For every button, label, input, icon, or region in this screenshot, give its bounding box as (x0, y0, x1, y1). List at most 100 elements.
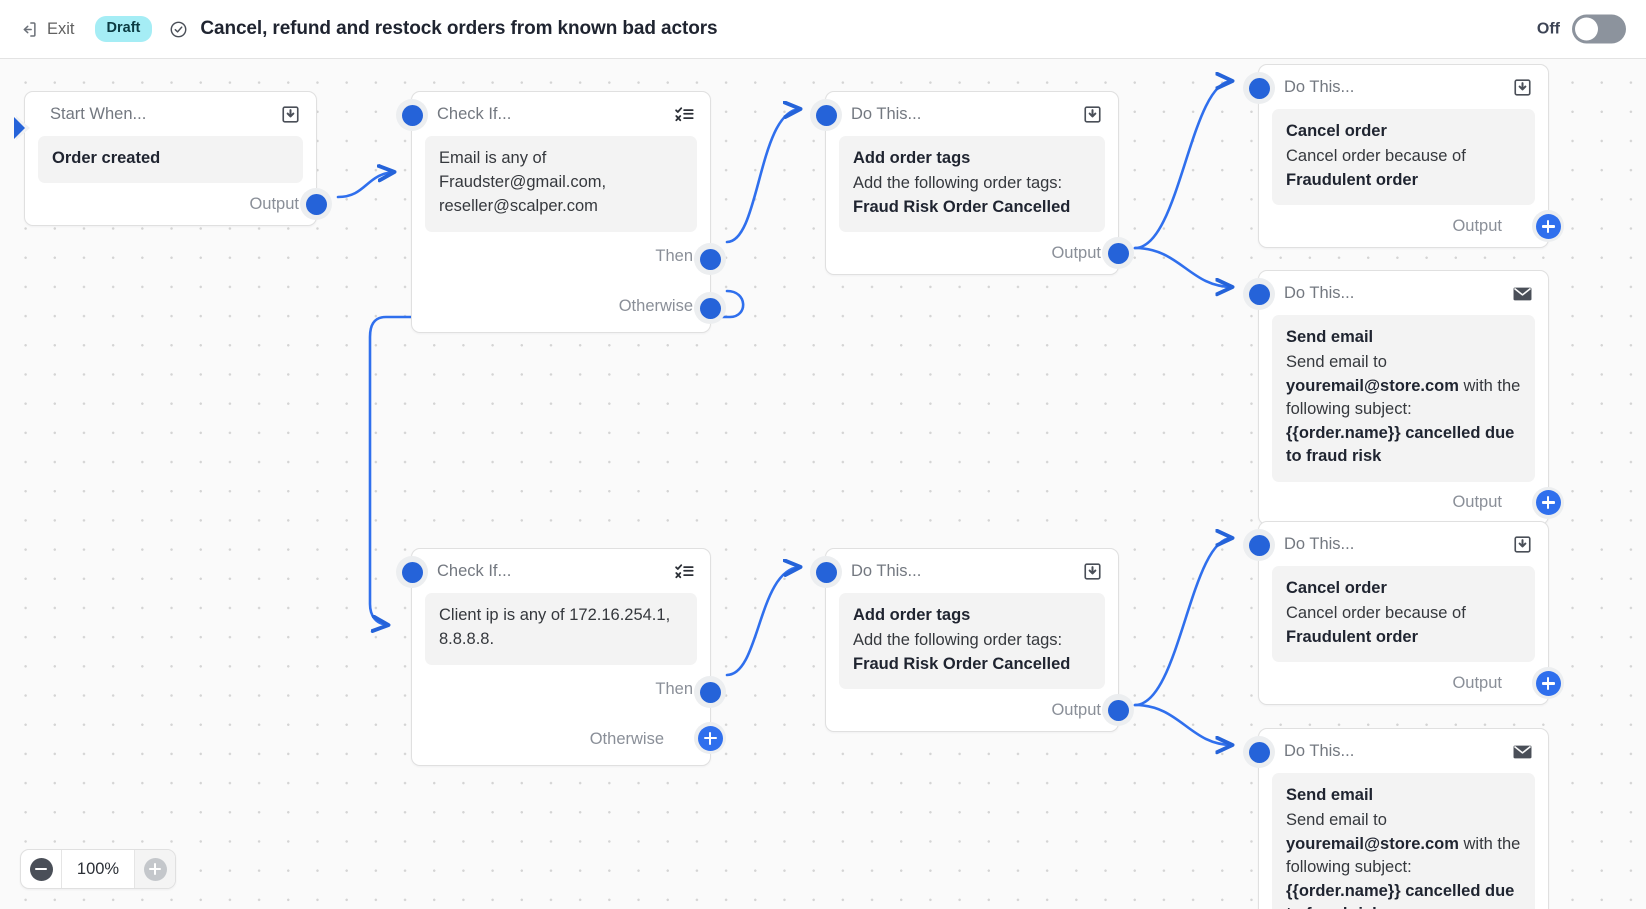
condition-checklist-icon (674, 104, 695, 125)
email-intro-text: Send email to (1286, 811, 1387, 830)
connector-dot (1107, 242, 1129, 264)
action-title: Add order tags (853, 149, 971, 167)
workflow-enable-toggle[interactable] (1572, 14, 1626, 44)
input-connector-handle[interactable] (396, 556, 428, 588)
connector-dot (1248, 77, 1270, 99)
add-next-step-button[interactable] (1532, 486, 1564, 519)
node-header: Check If... (412, 549, 710, 593)
node-header: Check If... (412, 92, 710, 136)
port-row-output: Output (826, 232, 1118, 274)
connector-dot (305, 193, 327, 215)
node-action-cancel-order-top[interactable]: Do This... Cancel order Cancel order bec… (1243, 64, 1564, 249)
port-row-output: Output (1259, 482, 1548, 524)
plus-circle-icon (1535, 670, 1561, 696)
input-connector-handle[interactable] (1243, 736, 1275, 768)
output-port-label: Output (1452, 493, 1502, 512)
save-download-icon (1512, 77, 1533, 98)
port-row-output: Output (25, 183, 316, 225)
action-title: Cancel order (1286, 579, 1387, 597)
output-port-label: Output (1452, 673, 1502, 692)
node-action-add-order-tags-bottom[interactable]: Do This... Add order tags Add the follow… (810, 548, 1134, 733)
node-header: Do This... (826, 549, 1118, 593)
node-action-send-email-top[interactable]: Do This... Send email Send email to your… (1243, 270, 1564, 525)
otherwise-connector-handle[interactable] (694, 292, 726, 324)
node-trigger-start-when[interactable]: Start When... Order created Output (14, 91, 332, 227)
action-description-line1: Cancel order because of (1286, 147, 1466, 166)
node-action-add-order-tags-top[interactable]: Do This... Add order tags Add the follow… (810, 91, 1134, 276)
then-connector-handle[interactable] (694, 243, 726, 275)
input-connector-handle[interactable] (810, 99, 842, 131)
connector-dot (1107, 699, 1129, 721)
port-row-otherwise: Otherwise (412, 715, 710, 765)
node-header: Do This... (1259, 729, 1548, 773)
node-body: Cancel order Cancel order because of Fra… (1272, 566, 1535, 663)
node-action-send-email-bottom[interactable]: Do This... Send email Send email to your… (1243, 728, 1549, 909)
node-header: Do This... (826, 92, 1118, 136)
check-circle-icon (169, 20, 188, 39)
node-action-cancel-order-bottom[interactable]: Do This... Cancel order Cancel order bec… (1243, 521, 1564, 706)
plus-circle-icon (697, 725, 723, 751)
zoom-out-button[interactable] (21, 850, 61, 888)
output-port-label: Output (1051, 243, 1101, 262)
email-subject: {{order.name}} cancelled due to fraud ri… (1286, 423, 1515, 466)
action-description-line2: Fraud Risk Order Cancelled (853, 654, 1071, 673)
input-connector-handle[interactable] (1243, 72, 1275, 104)
node-body: Send email Send email to youremail@store… (1272, 773, 1535, 909)
output-port-label: Output (1452, 216, 1502, 235)
output-port-label: Output (1051, 700, 1101, 719)
port-row-then: Then (412, 232, 710, 282)
output-port-label: Output (249, 194, 299, 213)
node-body: Email is any of Fraudster@gmail.com, res… (425, 136, 697, 232)
port-row-output: Output (826, 689, 1118, 731)
action-title: Send email (1286, 328, 1374, 346)
connector-dot (401, 104, 423, 126)
input-connector-handle[interactable] (396, 99, 428, 131)
zoom-level-value[interactable]: 100% (61, 850, 135, 888)
envelope-icon (1512, 741, 1533, 762)
save-download-icon (1082, 561, 1103, 582)
node-body: Cancel order Cancel order because of Fra… (1272, 109, 1535, 206)
action-description-line1: Add the following order tags: (853, 174, 1063, 193)
connector-dot (699, 248, 721, 270)
node-header-label: Do This... (1284, 77, 1355, 96)
input-connector-handle[interactable] (1243, 529, 1275, 561)
input-connector-handle[interactable] (810, 556, 842, 588)
node-header-label: Do This... (1284, 741, 1355, 760)
node-check-if-email[interactable]: Check If... Email is any of Fraudster@gm… (396, 91, 726, 333)
otherwise-port-label: Otherwise (618, 297, 693, 316)
connector-dot (401, 561, 423, 583)
connector-dot (699, 681, 721, 703)
node-header: Do This... (1259, 271, 1548, 315)
workflow-canvas[interactable]: Start When... Order created Output Check… (0, 59, 1646, 909)
toggle-state-label: Off (1536, 20, 1560, 37)
node-header: Start When... (25, 92, 316, 136)
save-download-icon (1082, 104, 1103, 125)
action-title: Send email (1286, 786, 1374, 804)
node-header-label: Do This... (1284, 283, 1355, 302)
action-description: Send email to youremail@store.com with t… (1286, 809, 1521, 909)
email-intro-text: Send email to (1286, 353, 1387, 372)
node-header: Do This... (1259, 522, 1548, 566)
node-check-if-client-ip[interactable]: Check If... Client ip is any of 172.16.2… (396, 548, 726, 766)
email-subject: {{order.name}} cancelled due to fraud ri… (1286, 881, 1515, 909)
workflow-power-toggle-group: Off (1536, 14, 1626, 44)
zoom-in-button[interactable] (135, 850, 175, 888)
plus-circle-icon (1535, 213, 1561, 239)
toggle-knob (1575, 17, 1598, 41)
connector-dot (699, 297, 721, 319)
plus-circle-icon (1535, 490, 1561, 516)
connector-dot (1248, 283, 1270, 305)
node-body: Client ip is any of 172.16.254.1, 8.8.8.… (425, 593, 697, 665)
then-connector-handle[interactable] (694, 676, 726, 708)
trigger-event-label: Order created (52, 149, 161, 167)
input-connector-handle[interactable] (1243, 278, 1275, 310)
zoom-control: 100% (20, 849, 176, 889)
minus-circle-icon (29, 857, 53, 881)
node-body: Add order tags Add the following order t… (839, 136, 1105, 233)
action-description-line2: Fraudulent order (1286, 627, 1419, 646)
save-download-icon (1512, 534, 1533, 555)
otherwise-port-label: Otherwise (589, 730, 664, 749)
port-row-output: Output (1259, 205, 1548, 247)
exit-button[interactable]: Exit (19, 20, 75, 39)
add-otherwise-branch-button[interactable] (694, 722, 726, 754)
